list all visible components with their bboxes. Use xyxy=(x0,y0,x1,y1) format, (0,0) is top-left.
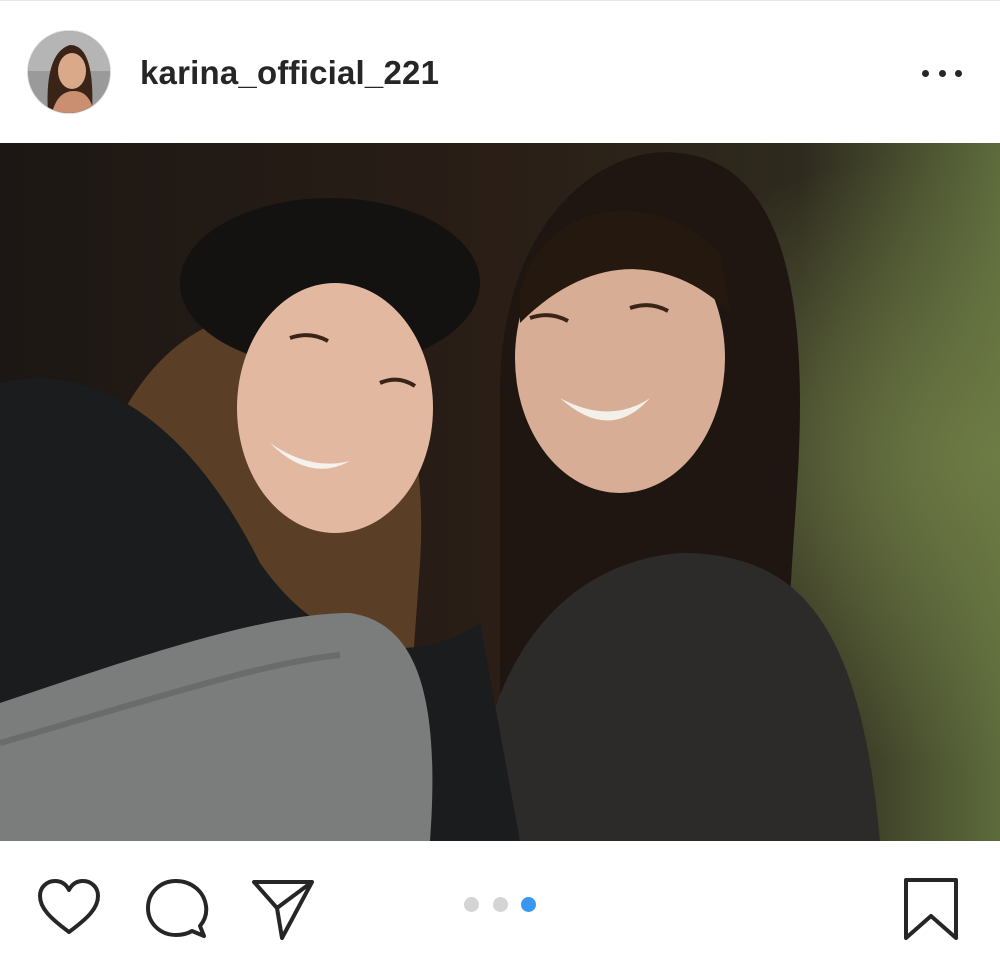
carousel-dot xyxy=(492,896,508,912)
share-button[interactable] xyxy=(250,876,316,942)
post-header: karina_official_221 xyxy=(0,0,1000,143)
carousel-dot xyxy=(464,896,479,912)
more-horizontal-icon xyxy=(955,69,962,77)
comment-icon xyxy=(146,879,209,938)
bookmark-icon xyxy=(904,878,958,940)
post-actions xyxy=(0,841,1000,971)
avatar-image xyxy=(28,31,110,113)
more-options-button[interactable] xyxy=(922,61,962,85)
more-horizontal-icon xyxy=(938,69,946,77)
save-button[interactable] xyxy=(900,876,962,942)
heart-icon xyxy=(38,879,100,934)
comment-button[interactable] xyxy=(144,876,210,942)
carousel-indicator xyxy=(464,896,536,912)
post-photo[interactable] xyxy=(0,143,1000,841)
username[interactable]: karina_official_221 xyxy=(140,53,439,93)
like-button[interactable] xyxy=(36,876,102,942)
more-horizontal-icon xyxy=(922,69,929,77)
avatar[interactable] xyxy=(28,31,110,113)
send-icon xyxy=(252,880,314,940)
photo-image xyxy=(0,143,1000,841)
carousel-dot-active xyxy=(521,896,536,912)
